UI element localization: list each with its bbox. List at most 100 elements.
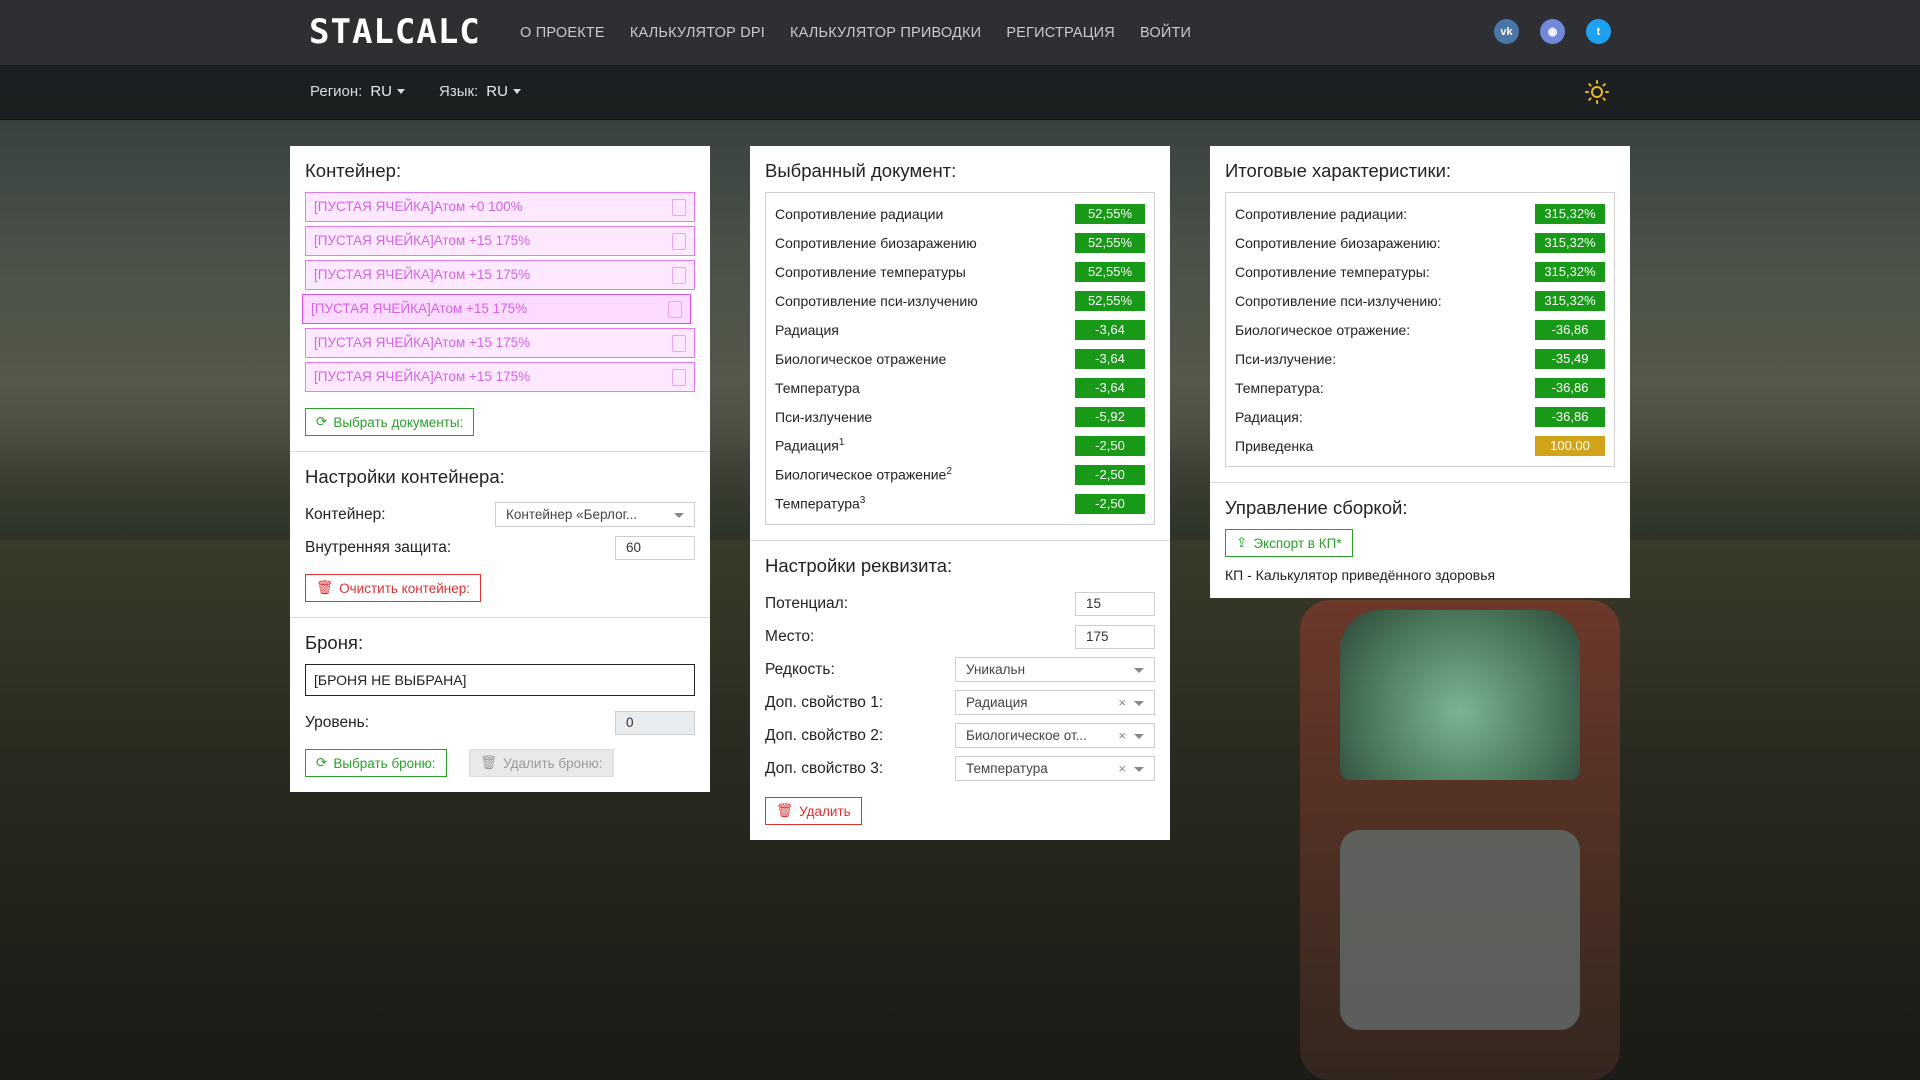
copy-icon[interactable] bbox=[668, 335, 686, 358]
place-input[interactable]: 175 bbox=[1075, 624, 1155, 649]
armor-field[interactable]: [БРОНЯ НЕ ВЫБРАНА] bbox=[305, 664, 695, 696]
stat-row: Биологическое отражение -3,64 bbox=[775, 344, 1145, 373]
container-slot-hovered[interactable]: [ПУСТАЯ ЯЧЕЙКА]Атом +15 175% bbox=[302, 294, 691, 324]
container-title: Контейнер: bbox=[305, 160, 402, 181]
total-row: Пси-излучение: -35,49 bbox=[1235, 344, 1605, 373]
region-select[interactable]: Регион: RU bbox=[310, 83, 406, 100]
stat-value: -2,50 bbox=[1075, 493, 1145, 514]
selected-document-section: Выбранный документ: Сопротивление радиац… bbox=[750, 146, 1170, 541]
export-button[interactable]: ⇪ Экспорт в КП* bbox=[1225, 529, 1353, 557]
nav-about[interactable]: О ПРОЕКТЕ bbox=[520, 25, 605, 41]
document-panel: Выбранный документ: Сопротивление радиац… bbox=[750, 146, 1170, 840]
background-detector-device bbox=[1300, 600, 1620, 1080]
select-armor-label: Выбрать броню: bbox=[333, 755, 436, 771]
stat-label: Биологическое отражение bbox=[775, 466, 947, 483]
copy-icon[interactable] bbox=[668, 267, 686, 290]
copy-icon[interactable] bbox=[668, 233, 686, 256]
place-row: Место: 175 bbox=[765, 620, 1155, 653]
stat-row: Температура -3,64 bbox=[775, 373, 1145, 402]
clear-container-label: Очистить контейнер: bbox=[339, 580, 470, 596]
nav-reduction-calculator[interactable]: КАЛЬКУЛЯТОР ПРИВОДКИ bbox=[790, 25, 981, 41]
armor-level-input[interactable]: 0 bbox=[615, 710, 695, 735]
vk-icon[interactable]: vk bbox=[1494, 19, 1519, 44]
upload-icon: ⇪ bbox=[1236, 535, 1248, 550]
stat-label: Сопротивление температуры bbox=[775, 263, 966, 280]
armor-level-label: Уровень: bbox=[305, 713, 370, 731]
total-label: Биологическое отражение: bbox=[1235, 321, 1411, 338]
slot-label: [ПУСТАЯ ЯЧЕЙКА]Атом +15 175% bbox=[311, 301, 528, 316]
copy-icon[interactable] bbox=[664, 301, 682, 324]
region-value: RU bbox=[370, 83, 393, 100]
select-documents-label: Выбрать документы: bbox=[333, 414, 464, 430]
copy-icon[interactable] bbox=[668, 369, 686, 392]
stat-label: Пси-излучение bbox=[775, 408, 873, 425]
export-note: КП - Калькулятор приведённого здоровья bbox=[1225, 567, 1496, 583]
container-type-select[interactable]: Контейнер «Берлог... bbox=[495, 502, 695, 527]
stat-value: 52,55% bbox=[1075, 203, 1145, 224]
stat-row: Сопротивление радиации 52,55% bbox=[775, 199, 1145, 228]
totals-stats-box: Сопротивление радиации: 315,32% Сопротивл… bbox=[1225, 192, 1615, 467]
rarity-select[interactable]: Уникальн bbox=[955, 657, 1155, 682]
container-slot[interactable]: [ПУСТАЯ ЯЧЕЙКА]Атом +15 175% bbox=[305, 328, 695, 358]
inner-protection-input[interactable]: 60 bbox=[615, 535, 695, 560]
clear-x-icon[interactable]: × bbox=[1118, 691, 1126, 714]
container-slot[interactable]: [ПУСТАЯ ЯЧЕЙКА]Атом +15 175% bbox=[305, 260, 695, 290]
prop1-select[interactable]: Радиация × bbox=[955, 690, 1155, 715]
clear-container-button[interactable]: 🗑 Очистить контейнер: bbox=[305, 574, 481, 602]
theme-toggle-sun-icon[interactable] bbox=[1585, 80, 1609, 104]
delete-armor-label: Удалить броню: bbox=[503, 755, 603, 771]
select-documents-button[interactable]: ⟳ Выбрать документы: bbox=[305, 408, 475, 436]
container-settings-title: Настройки контейнера: bbox=[305, 466, 505, 487]
totals-panel: Итоговые характеристики: Сопротивление р… bbox=[1210, 146, 1630, 598]
stat-value: -3,64 bbox=[1075, 319, 1145, 340]
container-settings-section: Настройки контейнера: Контейнер: Контейн… bbox=[290, 452, 710, 618]
prop1-row: Доп. свойство 1: Радиация × bbox=[765, 686, 1155, 719]
total-value: 315,32% bbox=[1535, 232, 1605, 253]
totals-title: Итоговые характеристики: bbox=[1225, 160, 1452, 181]
total-label: Сопротивление биозаражению: bbox=[1235, 234, 1441, 251]
nav-dpi-calculator[interactable]: КАЛЬКУЛЯТОР DPI bbox=[630, 25, 765, 41]
total-value: -35,49 bbox=[1535, 348, 1605, 369]
language-select[interactable]: Язык: RU bbox=[439, 83, 521, 100]
stat-value: -3,64 bbox=[1075, 377, 1145, 398]
container-type-label: Контейнер: bbox=[305, 505, 386, 523]
prop3-select[interactable]: Температура × bbox=[955, 756, 1155, 781]
potential-input[interactable]: 15 bbox=[1075, 591, 1155, 616]
nav-register[interactable]: РЕГИСТРАЦИЯ bbox=[1006, 25, 1115, 41]
stat-label: Сопротивление пси-излучению bbox=[775, 292, 978, 309]
nav-login[interactable]: ВОЙТИ bbox=[1140, 25, 1191, 41]
slot-label: [ПУСТАЯ ЯЧЕЙКА]Атом +15 175% bbox=[314, 335, 531, 350]
total-label: Приведенка bbox=[1235, 437, 1314, 454]
slot-label: [ПУСТАЯ ЯЧЕЙКА]Атом +15 175% bbox=[314, 233, 531, 248]
trash-icon: 🗑 bbox=[776, 803, 794, 818]
container-slot[interactable]: [ПУСТАЯ ЯЧЕЙКА]Атом +15 175% bbox=[305, 226, 695, 256]
refresh-icon: ⟳ bbox=[316, 755, 328, 770]
total-label: Пси-излучение: bbox=[1235, 350, 1337, 367]
select-armor-button[interactable]: ⟳ Выбрать броню: bbox=[305, 749, 447, 777]
container-slot[interactable]: [ПУСТАЯ ЯЧЕЙКА]Атом +0 100% bbox=[305, 192, 695, 222]
site-logo[interactable]: STALCALC bbox=[309, 12, 481, 52]
refresh-icon: ⟳ bbox=[316, 414, 328, 429]
delete-armor-button[interactable]: 🗑 Удалить броню: bbox=[468, 749, 614, 777]
clear-x-icon[interactable]: × bbox=[1118, 724, 1126, 747]
stat-label: Биологическое отражение bbox=[775, 350, 947, 367]
copy-icon[interactable] bbox=[668, 199, 686, 222]
stat-row: Пси-излучение -5,92 bbox=[775, 402, 1145, 431]
potential-label: Потенциал: bbox=[765, 594, 849, 612]
total-row: Биологическое отражение: -36,86 bbox=[1235, 315, 1605, 344]
total-value: 315,32% bbox=[1535, 290, 1605, 311]
clear-x-icon[interactable]: × bbox=[1118, 757, 1126, 780]
armor-level-row: Уровень: 0 bbox=[305, 706, 695, 739]
discord-icon[interactable]: ◉ bbox=[1540, 19, 1565, 44]
twitter-icon[interactable]: t bbox=[1586, 19, 1611, 44]
stat-superscript: 3 bbox=[859, 495, 866, 507]
delete-requisite-button[interactable]: 🗑 Удалить bbox=[765, 797, 862, 825]
prop2-label: Доп. свойство 2: bbox=[765, 726, 884, 744]
trash-icon: 🗑 bbox=[316, 580, 334, 595]
inner-protection-label: Внутренняя защита: bbox=[305, 538, 452, 556]
prop2-select[interactable]: Биологическое от... × bbox=[955, 723, 1155, 748]
container-slot[interactable]: [ПУСТАЯ ЯЧЕЙКА]Атом +15 175% bbox=[305, 362, 695, 392]
container-type-row: Контейнер: Контейнер «Берлог... bbox=[305, 498, 695, 531]
total-value-reduced-health: 100.00 bbox=[1535, 435, 1605, 456]
top-navbar: STALCALC О ПРОЕКТЕ КАЛЬКУЛЯТОР DPI КАЛЬК… bbox=[0, 0, 1920, 66]
